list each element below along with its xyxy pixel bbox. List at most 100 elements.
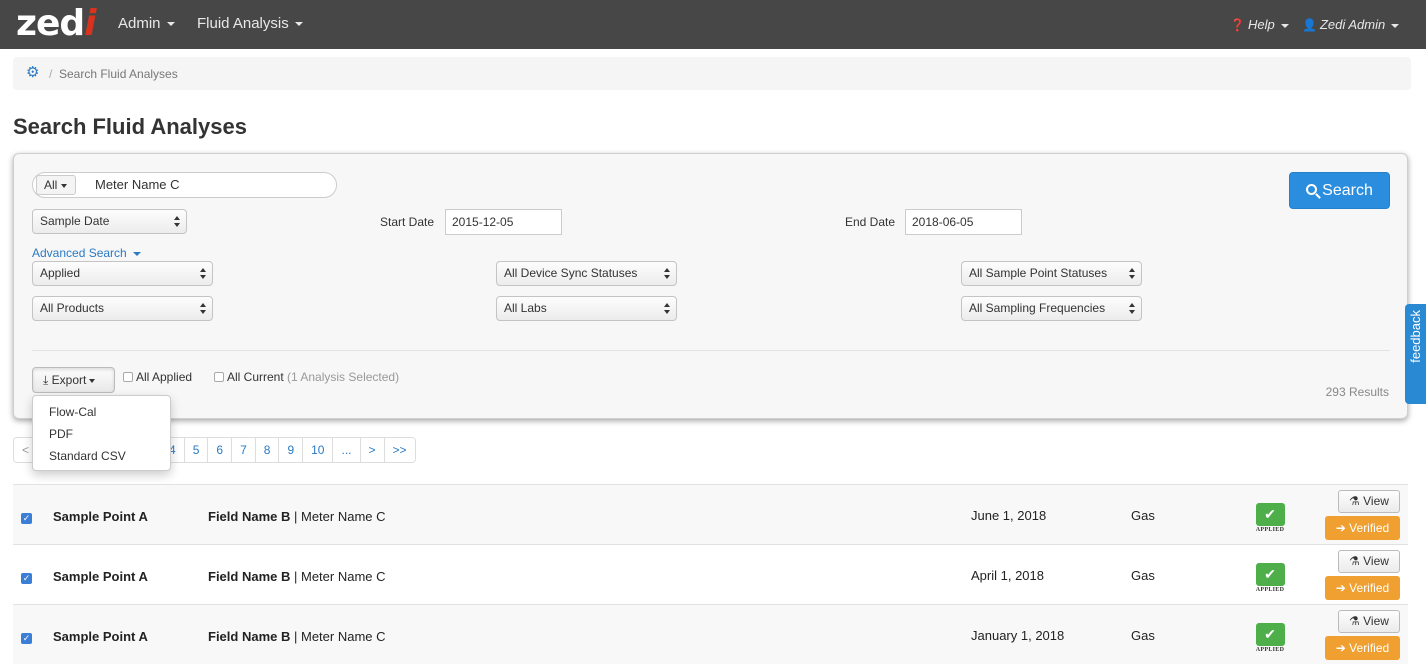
nav-user-menu[interactable]: 👤 Zedi Admin bbox=[1302, 16, 1400, 34]
export-button[interactable]: ⤓ Export bbox=[32, 367, 115, 393]
page-9[interactable]: 9 bbox=[279, 438, 304, 462]
user-icon: 👤 bbox=[1302, 18, 1317, 32]
labs-select[interactable]: All Labs bbox=[496, 296, 677, 321]
flask-icon: ⚗ bbox=[1349, 554, 1364, 568]
gears-icon[interactable]: ⚙ bbox=[26, 64, 39, 82]
row-checkbox[interactable]: ✓ bbox=[21, 573, 32, 584]
product-type: Gas bbox=[1131, 508, 1155, 523]
search-input-group: All Meter Name C bbox=[32, 172, 337, 198]
sample-date: June 1, 2018 bbox=[971, 508, 1047, 523]
all-applied-checkbox[interactable]: All Applied bbox=[123, 370, 192, 384]
flask-icon: ⚗ bbox=[1349, 494, 1364, 508]
feedback-tab[interactable]: feedback bbox=[1405, 304, 1426, 404]
product-type: Gas bbox=[1131, 628, 1155, 643]
top-navbar: zedi Admin Fluid Analysis ❓ Help 👤 Zedi Ad… bbox=[0, 0, 1426, 49]
applied-status-select[interactable]: Applied bbox=[32, 261, 213, 286]
zedi-logo[interactable]: zedi bbox=[16, 4, 97, 44]
table-row: ✓ Sample Point A Field Name B | Meter Na… bbox=[13, 544, 1408, 604]
checkbox-icon bbox=[123, 372, 133, 382]
page-last[interactable]: >> bbox=[384, 438, 415, 462]
sampling-frequency-select[interactable]: All Sampling Frequencies bbox=[961, 296, 1142, 321]
breadcrumb: ⚙ / Search Fluid Analyses bbox=[13, 57, 1411, 90]
all-current-checkbox[interactable]: All Current (1 Analysis Selected) bbox=[214, 370, 399, 384]
page-5[interactable]: 5 bbox=[184, 438, 209, 462]
select-arrows-icon bbox=[1129, 268, 1135, 280]
verified-button[interactable]: ➔ Verified bbox=[1325, 636, 1400, 660]
question-circle-icon: ❓ bbox=[1230, 18, 1245, 32]
verified-button[interactable]: ➔ Verified bbox=[1325, 576, 1400, 600]
page-7[interactable]: 7 bbox=[232, 438, 256, 462]
breadcrumb-separator: / bbox=[49, 67, 53, 81]
caret-down-icon bbox=[1280, 23, 1289, 28]
export-dropdown-menu: Flow-Cal PDF Standard CSV bbox=[32, 395, 171, 471]
field-meter-name: Field Name B | Meter Name C bbox=[208, 569, 386, 584]
export-standard-csv[interactable]: Standard CSV bbox=[49, 449, 126, 463]
select-arrows-icon bbox=[200, 303, 206, 315]
sample-point-name: Sample Point A bbox=[53, 629, 148, 644]
caret-down-icon bbox=[132, 251, 141, 256]
arrow-right-icon: ➔ bbox=[1335, 641, 1350, 655]
applied-status-badge: ✔ APPLIED bbox=[1255, 623, 1285, 657]
caret-down-icon bbox=[294, 22, 303, 27]
product-type: Gas bbox=[1131, 568, 1155, 583]
sample-point-name: Sample Point A bbox=[53, 509, 148, 524]
caret-down-icon bbox=[61, 183, 68, 188]
end-date-label: End Date bbox=[845, 215, 896, 229]
flask-icon: ⚗ bbox=[1349, 614, 1364, 628]
selection-count-note: (1 Analysis Selected) bbox=[287, 370, 400, 384]
device-sync-status-select[interactable]: All Device Sync Statuses bbox=[496, 261, 677, 286]
applied-status-badge: ✔ APPLIED bbox=[1255, 503, 1285, 537]
caret-down-icon bbox=[89, 378, 96, 383]
check-icon: ✔ bbox=[1255, 563, 1285, 586]
search-scope-dropdown[interactable]: All bbox=[36, 175, 76, 195]
select-arrows-icon bbox=[664, 268, 670, 280]
applied-status-badge: ✔ APPLIED bbox=[1255, 563, 1285, 597]
export-flow-cal[interactable]: Flow-Cal bbox=[49, 405, 96, 419]
check-icon: ✔ bbox=[1255, 503, 1285, 526]
search-icon bbox=[1306, 184, 1318, 195]
sample-point-status-select[interactable]: All Sample Point Statuses bbox=[961, 261, 1142, 286]
download-icon: ⤓ bbox=[43, 373, 52, 387]
nav-help[interactable]: ❓ Help bbox=[1230, 16, 1289, 34]
page-ellipsis[interactable]: ... bbox=[333, 438, 361, 462]
arrow-right-icon: ➔ bbox=[1335, 521, 1350, 535]
page-title: Search Fluid Analyses bbox=[13, 114, 247, 139]
start-date-input[interactable]: 2015-12-05 bbox=[445, 209, 562, 235]
sample-date: January 1, 2018 bbox=[971, 628, 1065, 643]
table-row: ✓ Sample Point A Field Name B | Meter Na… bbox=[13, 484, 1408, 544]
select-arrows-icon bbox=[174, 216, 180, 228]
breadcrumb-current: Search Fluid Analyses bbox=[59, 67, 178, 81]
caret-down-icon bbox=[1391, 23, 1400, 28]
view-button[interactable]: ⚗ View bbox=[1338, 610, 1400, 633]
nav-menu-admin[interactable]: Admin bbox=[118, 15, 175, 33]
field-meter-name: Field Name B | Meter Name C bbox=[208, 629, 386, 644]
advanced-search-toggle[interactable]: Advanced Search bbox=[32, 246, 141, 260]
verified-button[interactable]: ➔ Verified bbox=[1325, 516, 1400, 540]
end-date-input[interactable]: 2018-06-05 bbox=[905, 209, 1022, 235]
checkbox-icon bbox=[214, 372, 224, 382]
nav-menu-fluid-analysis[interactable]: Fluid Analysis bbox=[197, 15, 303, 33]
select-arrows-icon bbox=[200, 268, 206, 280]
view-button[interactable]: ⚗ View bbox=[1338, 550, 1400, 573]
row-checkbox[interactable]: ✓ bbox=[21, 513, 32, 524]
start-date-label: Start Date bbox=[380, 215, 435, 229]
table-row: ✓ Sample Point A Field Name B | Meter Na… bbox=[13, 604, 1408, 664]
search-button[interactable]: Search bbox=[1289, 172, 1390, 209]
results-count: 293 Results bbox=[1325, 385, 1389, 399]
view-button[interactable]: ⚗ View bbox=[1338, 490, 1400, 513]
panel-divider bbox=[32, 350, 1390, 351]
search-panel: All Meter Name C Search Sample Date Star… bbox=[13, 153, 1408, 419]
page-next[interactable]: > bbox=[360, 438, 385, 462]
arrow-right-icon: ➔ bbox=[1335, 581, 1350, 595]
products-select[interactable]: All Products bbox=[32, 296, 213, 321]
export-pdf[interactable]: PDF bbox=[49, 427, 73, 441]
page-10[interactable]: 10 bbox=[303, 438, 334, 462]
page-8[interactable]: 8 bbox=[255, 438, 280, 462]
field-meter-name: Field Name B | Meter Name C bbox=[208, 509, 386, 524]
row-checkbox[interactable]: ✓ bbox=[21, 633, 32, 644]
date-type-select[interactable]: Sample Date bbox=[32, 209, 187, 234]
search-input[interactable]: Meter Name C bbox=[95, 177, 180, 193]
select-arrows-icon bbox=[664, 303, 670, 315]
sample-point-name: Sample Point A bbox=[53, 569, 148, 584]
page-6[interactable]: 6 bbox=[208, 438, 233, 462]
